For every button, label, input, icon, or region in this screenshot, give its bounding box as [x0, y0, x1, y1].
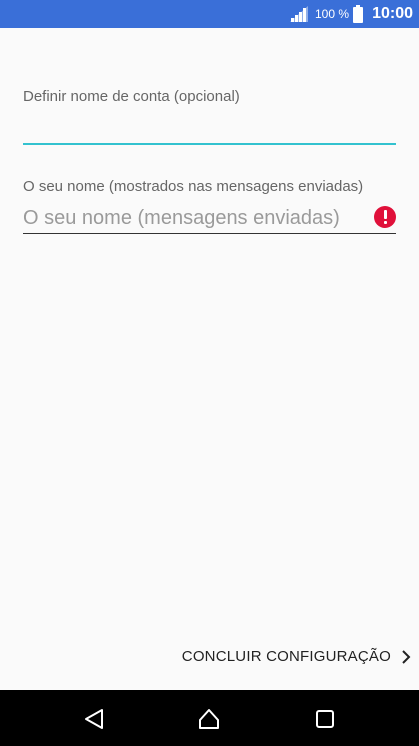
finish-setup-button[interactable]: CONCLUIR CONFIGURAÇÃO	[182, 648, 411, 665]
finish-setup-label: CONCLUIR CONFIGURAÇÃO	[181, 648, 391, 665]
your-name-label: O seu nome (mostrados nas mensagens envi…	[23, 178, 364, 195]
home-icon[interactable]	[198, 708, 220, 730]
recent-apps-icon[interactable]	[314, 708, 336, 730]
status-bar: 100 % 10:00	[0, 0, 419, 28]
account-name-field: Definir nome de conta (opcional)	[23, 88, 396, 145]
battery-icon	[353, 5, 363, 23]
cellular-signal-icon	[290, 6, 308, 22]
chevron-right-icon	[402, 649, 411, 664]
clock: 10:00	[372, 5, 413, 22]
your-name-underline	[23, 233, 396, 234]
your-name-field: O seu nome (mostrados nas mensagens envi…	[23, 178, 396, 234]
account-name-input[interactable]	[23, 110, 396, 146]
battery-percentage: 100 %	[314, 7, 349, 21]
account-setup-screen: Definir nome de conta (opcional) O seu n…	[0, 28, 419, 690]
navigation-bar	[0, 690, 419, 746]
error-icon	[374, 206, 396, 228]
back-icon[interactable]	[83, 708, 105, 730]
account-name-label: Definir nome de conta (opcional)	[23, 88, 240, 105]
your-name-input[interactable]: O seu nome (mensagens enviadas)	[23, 206, 340, 230]
account-name-underline	[23, 143, 396, 145]
